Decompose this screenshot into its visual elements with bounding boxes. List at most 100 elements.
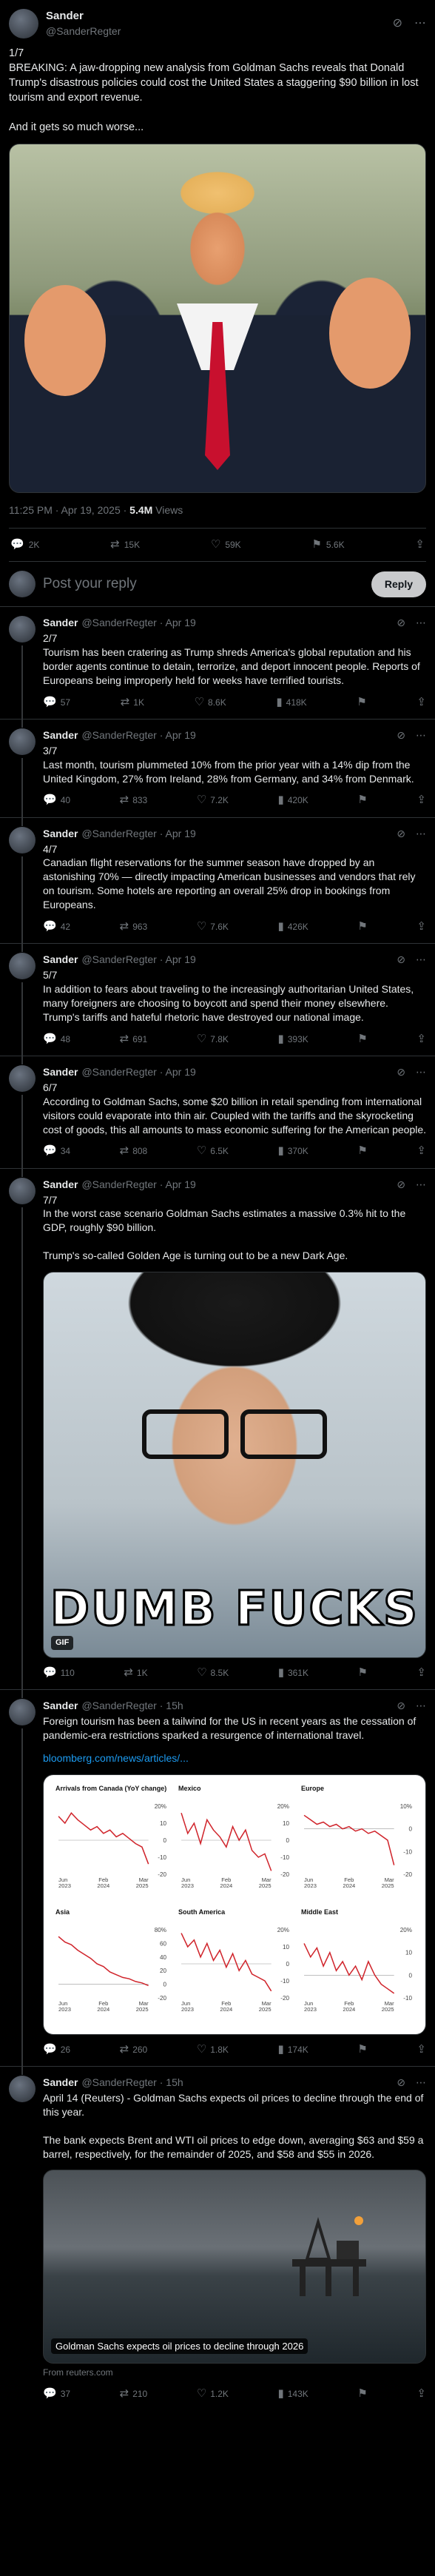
- grok-icon[interactable]: ⊘: [397, 1699, 405, 1713]
- reply-button[interactable]: 💬 2K: [10, 537, 39, 552]
- user-avatar[interactable]: [9, 571, 36, 598]
- avatar[interactable]: [9, 616, 36, 643]
- author-handle[interactable]: @SanderRegter · Apr 19: [81, 728, 195, 742]
- link-card[interactable]: Goldman Sachs expects oil prices to decl…: [43, 2170, 426, 2364]
- reply-button[interactable]: 💬 48: [43, 1032, 70, 1047]
- like-button[interactable]: ♡ 59K: [211, 537, 241, 552]
- share-button[interactable]: ⇪: [417, 1144, 426, 1158]
- views-button[interactable]: ▮ 393K: [277, 1032, 308, 1047]
- author-name[interactable]: Sander: [43, 728, 78, 742]
- more-icon[interactable]: ⋯: [416, 1178, 426, 1192]
- like-button[interactable]: ♡ 1.8K: [197, 2042, 229, 2057]
- reply-button[interactable]: 💬 40: [43, 793, 70, 808]
- reply-button[interactable]: 💬 26: [43, 2042, 70, 2057]
- views-button[interactable]: ▮ 143K: [277, 2387, 308, 2401]
- repost-button[interactable]: ⇄ 691: [120, 1032, 148, 1047]
- author-name[interactable]: Sander: [43, 1178, 78, 1192]
- repost-button[interactable]: ⇄ 808: [120, 1144, 148, 1158]
- bookmark-button[interactable]: ⚑ 5.6K: [311, 537, 344, 552]
- like-button[interactable]: ♡ 6.5K: [197, 1144, 229, 1158]
- author-name[interactable]: Sander: [43, 616, 78, 630]
- avatar[interactable]: [9, 1177, 36, 1204]
- bookmark-button[interactable]: ⚑: [357, 793, 367, 808]
- more-icon[interactable]: ⋯: [416, 616, 426, 630]
- repost-button[interactable]: ⇄ 210: [120, 2387, 148, 2401]
- views-button[interactable]: ▮ 418K: [276, 695, 306, 710]
- bookmark-button[interactable]: ⚑: [357, 1032, 367, 1047]
- reply-button[interactable]: 💬 110: [43, 1666, 75, 1680]
- grok-icon[interactable]: ⊘: [397, 1065, 405, 1079]
- reply-button[interactable]: 💬 42: [43, 919, 70, 934]
- more-icon[interactable]: ⋯: [416, 1065, 426, 1079]
- grok-icon[interactable]: ⊘: [397, 2076, 405, 2090]
- repost-button[interactable]: ⇄ 15K: [110, 537, 140, 552]
- like-button[interactable]: ♡ 8.6K: [195, 695, 226, 710]
- grok-icon[interactable]: ⊘: [397, 827, 405, 841]
- thread-tweet[interactable]: Sander @SanderRegter · Apr 19 ⊘ ⋯ 3/7 Last m…: [0, 720, 435, 826]
- more-icon[interactable]: ⋯: [416, 827, 426, 841]
- article-link[interactable]: bloomberg.com/news/articles/...: [43, 1751, 426, 1765]
- card-source[interactable]: From reuters.com: [43, 2367, 426, 2378]
- more-icon[interactable]: ⋯: [416, 2076, 426, 2090]
- thread-tweet[interactable]: Sander @SanderRegter · Apr 19 ⊘ ⋯ 7/7 In …: [0, 1169, 435, 1699]
- author-handle[interactable]: @SanderRegter · 15h: [81, 2076, 183, 2090]
- grok-icon[interactable]: ⊘: [397, 728, 405, 742]
- views-button[interactable]: ▮ 426K: [277, 919, 308, 934]
- more-icon[interactable]: ⋯: [416, 953, 426, 967]
- grok-icon[interactable]: ⊘: [397, 953, 405, 967]
- bookmark-button[interactable]: ⚑: [357, 2387, 367, 2401]
- post-timestamp[interactable]: 11:25 PM · Apr 19, 2025 ·: [9, 504, 129, 516]
- avatar[interactable]: [9, 1064, 36, 1092]
- share-button[interactable]: ⇪: [417, 1666, 426, 1680]
- thread-tweet[interactable]: Sander @SanderRegter · 15h ⊘ ⋯ April 14 (…: [0, 2067, 435, 2410]
- repost-button[interactable]: ⇄ 1K: [121, 695, 144, 710]
- avatar[interactable]: [9, 953, 36, 980]
- avatar[interactable]: [9, 2076, 36, 2103]
- share-button[interactable]: ⇪: [417, 2387, 426, 2401]
- author-name[interactable]: Sander: [43, 1065, 78, 1079]
- bookmark-button[interactable]: ⚑: [357, 695, 366, 710]
- author-handle[interactable]: @SanderRegter · 15h: [81, 1699, 183, 1713]
- author-name[interactable]: Sander: [43, 827, 78, 841]
- bookmark-button[interactable]: ⚑: [357, 1666, 367, 1680]
- share-button[interactable]: ⇪: [415, 537, 425, 552]
- author-handle[interactable]: @SanderRegter · Apr 19: [81, 1178, 195, 1192]
- tweet-gif[interactable]: DUMB FUCKS GIF: [43, 1272, 426, 1658]
- like-button[interactable]: ♡ 1.2K: [197, 2387, 229, 2401]
- thread-tweet[interactable]: Sander @SanderRegter · Apr 19 ⊘ ⋯ 2/7 Touris…: [0, 607, 435, 728]
- grok-icon[interactable]: ⊘: [397, 1178, 405, 1192]
- avatar[interactable]: [9, 9, 38, 38]
- reply-submit-button[interactable]: Reply: [371, 571, 426, 597]
- repost-button[interactable]: ⇄ 260: [120, 2042, 148, 2057]
- like-button[interactable]: ♡ 7.6K: [197, 919, 229, 934]
- like-button[interactable]: ♡ 8.5K: [197, 1666, 229, 1680]
- more-icon[interactable]: ⋯: [416, 1699, 426, 1713]
- author-handle[interactable]: @SanderRegter · Apr 19: [81, 953, 195, 967]
- thread-tweet[interactable]: Sander @SanderRegter · Apr 19 ⊘ ⋯ 6/7 Accord…: [0, 1056, 435, 1177]
- share-button[interactable]: ⇪: [417, 695, 426, 710]
- author-handle[interactable]: @SanderRegter · Apr 19: [81, 1065, 195, 1079]
- author-name[interactable]: Sander: [43, 1699, 78, 1713]
- reply-input[interactable]: Post your reply: [43, 574, 364, 594]
- bookmark-button[interactable]: ⚑: [357, 2042, 367, 2057]
- repost-button[interactable]: ⇄ 833: [120, 793, 148, 808]
- grok-icon[interactable]: ⊘: [397, 616, 405, 630]
- bookmark-button[interactable]: ⚑: [357, 919, 367, 934]
- author-handle[interactable]: @SanderRegter · Apr 19: [81, 616, 195, 630]
- views-button[interactable]: ▮ 420K: [277, 793, 308, 808]
- more-icon[interactable]: ⋯: [416, 728, 426, 742]
- reply-button[interactable]: 💬 37: [43, 2387, 70, 2401]
- like-button[interactable]: ♡ 7.8K: [197, 1032, 229, 1047]
- avatar[interactable]: [9, 1699, 36, 1726]
- repost-button[interactable]: ⇄ 963: [120, 919, 148, 934]
- share-button[interactable]: ⇪: [417, 2042, 426, 2057]
- thread-tweet[interactable]: Sander @SanderRegter · Apr 19 ⊘ ⋯ 4/7 Canadi…: [0, 818, 435, 953]
- views-button[interactable]: ▮ 174K: [277, 2042, 308, 2057]
- author-name[interactable]: Sander: [43, 953, 78, 967]
- reply-button[interactable]: 💬 34: [43, 1144, 70, 1158]
- bookmark-button[interactable]: ⚑: [357, 1144, 367, 1158]
- avatar[interactable]: [9, 826, 36, 853]
- share-button[interactable]: ⇪: [417, 919, 426, 934]
- repost-button[interactable]: ⇄ 1K: [124, 1666, 147, 1680]
- author-name[interactable]: Sander: [43, 2076, 78, 2090]
